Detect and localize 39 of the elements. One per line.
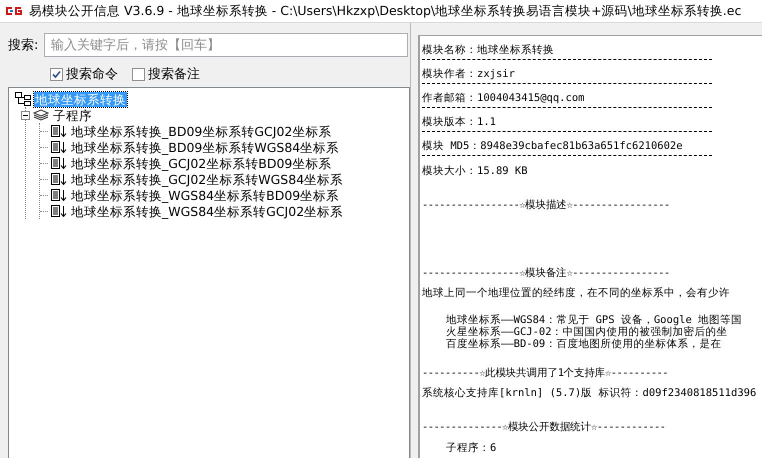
search-label: 搜索: — [8, 37, 40, 54]
info-text: 地球坐标系——WGS84：常见于 GPS 设备，Google 地图等国 — [445, 314, 744, 326]
info-text: 模块大小：15.89 KB — [422, 164, 529, 179]
app-logo-icon — [4, 5, 24, 17]
tree-item[interactable]: 地球坐标系转换_WGS84坐标系转GCJ02坐标系 — [70, 204, 344, 218]
tree-item[interactable]: 地球坐标系转换_GCJ02坐标系转WGS84坐标系 — [70, 172, 344, 186]
hierarchy-icon — [15, 92, 31, 106]
collapse-toggle-icon[interactable] — [21, 110, 30, 120]
info-field: 模块 MD5：8948e39cbafec81b63a651fc6210602e — [422, 136, 712, 156]
section-heading: --------------☆模块公开数据统计☆------------ — [422, 420, 666, 435]
document-arrow-icon — [51, 124, 67, 138]
info-text: 系统核心支持库[krnln] (5.7)版 标识符：d09f2340818511d396 — [422, 386, 758, 401]
tree-item[interactable]: 地球坐标系转换_BD09坐标系转GCJ02坐标系 — [70, 124, 332, 138]
search-option-checkbox[interactable]: 搜索备注 — [132, 65, 200, 83]
document-arrow-icon — [51, 188, 67, 202]
section-heading: ----------☆此模块共调用了1个支持库☆---------- — [422, 366, 669, 381]
info-text: 百度坐标系——BD-09：百度地图所使用的坐标体系，是在 — [445, 338, 722, 350]
info-text: 地球上同一个地理位置的经纬度，在不同的坐标系中，会有少许 — [422, 286, 731, 301]
info-field: 模块作者：zxjsir — [422, 64, 712, 84]
search-field[interactable]: 输入关键字后，请按【回车】 — [44, 33, 408, 57]
tree-item[interactable]: 地球坐标系转换_GCJ02坐标系转BD09坐标系 — [70, 156, 332, 170]
info-field: 作者邮箱：1004043415@qq.com — [422, 88, 712, 108]
section-heading: -----------------☆模块描述☆----------------- — [422, 198, 671, 213]
info-field: 模块名称：地球坐标系转换 — [422, 40, 712, 60]
tree-item[interactable]: 子程序 — [52, 108, 93, 122]
document-arrow-icon — [51, 172, 67, 186]
info-text: 火星坐标系——GCJ-02：中国国内使用的被强制加密后的坐 — [445, 326, 729, 338]
search-option-checkbox[interactable]: 搜索命令 — [50, 65, 118, 83]
book-stack-icon — [33, 108, 49, 122]
tree-item[interactable]: 地球坐标系转换_BD09坐标系转WGS84坐标系 — [70, 140, 340, 154]
info-text: 子程序：6 — [445, 442, 498, 454]
info-field: 模块版本：1.1 — [422, 112, 712, 132]
checkmark-icon — [52, 70, 61, 78]
window-title: 易模块公开信息 V3.6.9 - 地球坐标系转换 - C:\Users\Hkzxp\Desktop\地球坐标系转换易语言模块+源码\地球坐标系转换.ec — [29, 2, 742, 20]
section-heading: -----------------☆模块备注☆----------------- — [422, 266, 671, 281]
tree-item[interactable]: 地球坐标系转换_WGS84坐标系转BD09坐标系 — [70, 188, 340, 202]
document-arrow-icon — [51, 204, 67, 218]
document-arrow-icon — [51, 140, 67, 154]
document-arrow-icon — [51, 156, 67, 170]
